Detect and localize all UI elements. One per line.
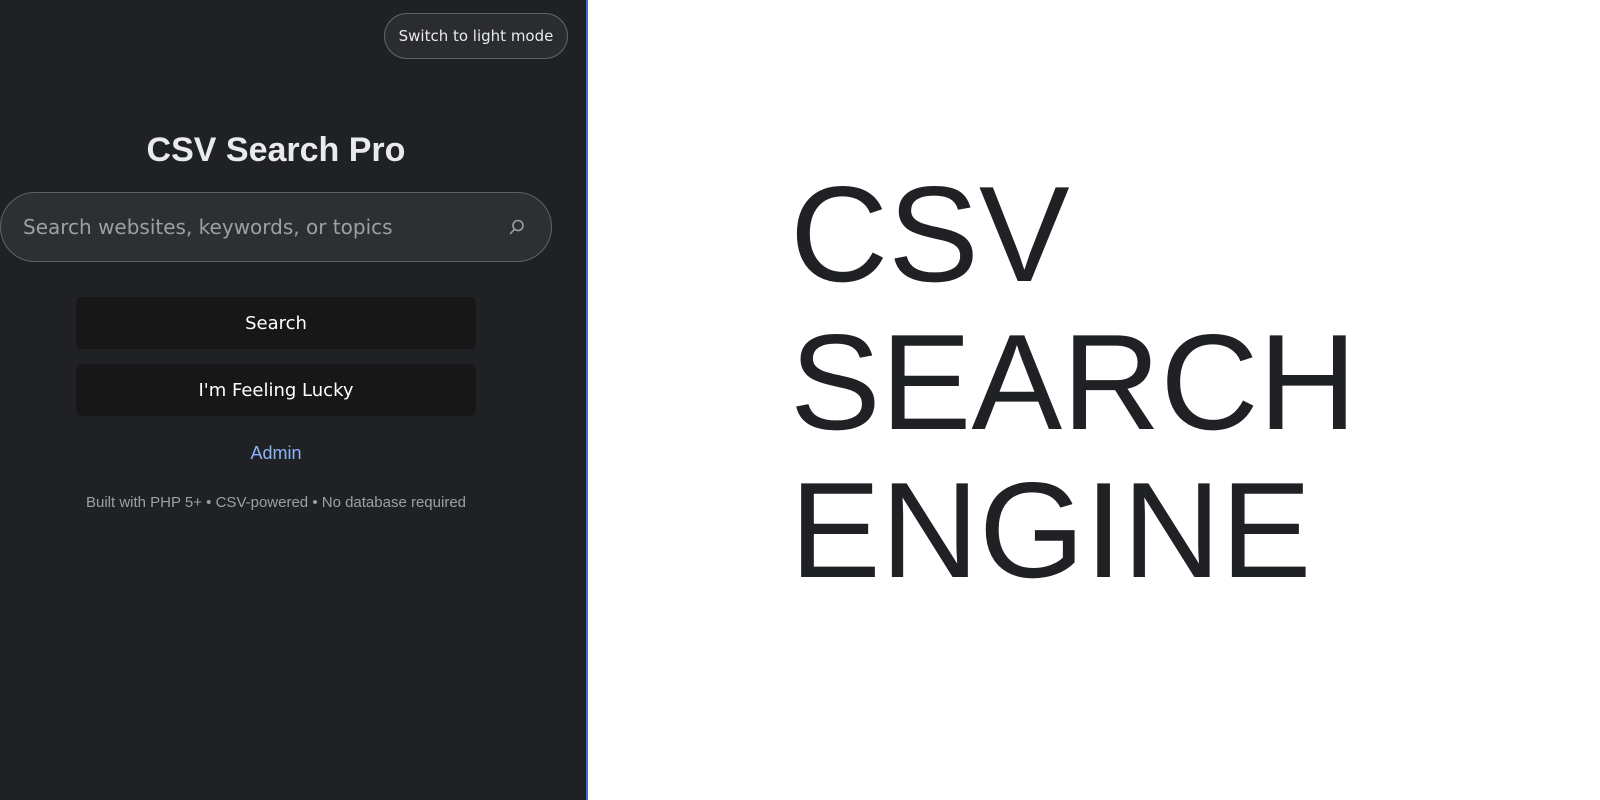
- footer-note: Built with PHP 5+ • CSV-powered • No dat…: [85, 494, 467, 511]
- page-title: CSV Search Pro: [146, 131, 406, 169]
- hero-heading: CSV SEARCH ENGINE: [790, 160, 1357, 604]
- hero-line-2: SEARCH: [790, 306, 1357, 458]
- hero-line-3: ENGINE: [790, 454, 1312, 606]
- theme-toggle-button[interactable]: Switch to light mode: [384, 13, 568, 59]
- left-panel: Switch to light mode CSV Search Pro Sear…: [0, 0, 588, 800]
- search-input[interactable]: [23, 215, 505, 239]
- search-icon[interactable]: [505, 215, 529, 239]
- admin-link[interactable]: Admin: [0, 443, 552, 464]
- search-button[interactable]: Search: [76, 297, 476, 349]
- hero-line-1: CSV: [790, 158, 1070, 310]
- feeling-lucky-button[interactable]: I'm Feeling Lucky: [76, 364, 476, 416]
- search-bar: [0, 192, 552, 262]
